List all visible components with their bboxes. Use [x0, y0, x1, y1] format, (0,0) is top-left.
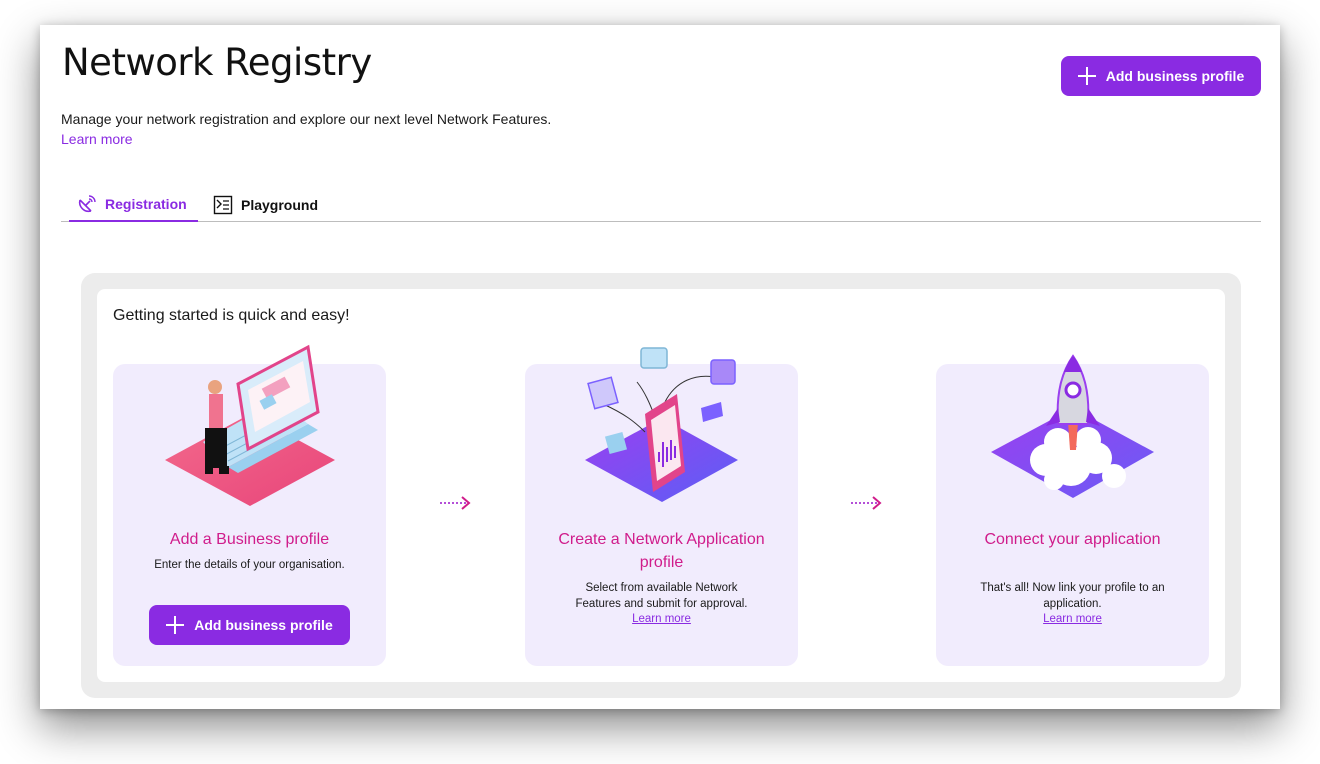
getting-started-panel: Getting started is quick and easy! Add a… [81, 273, 1241, 698]
step-description: That's all! Now link your profile to an … [980, 582, 1165, 610]
step-description: Select from available Network Features a… [575, 582, 748, 610]
page-subtitle: Manage your network registration and exp… [61, 111, 552, 127]
step-card-connect-application: Connect your application That's all! Now… [936, 354, 1209, 666]
rocket-launch-illustration [991, 354, 1154, 498]
tab-playground-label: Playground [241, 196, 319, 213]
tab-playground[interactable]: Playground [213, 187, 318, 222]
add-business-profile-button[interactable]: Add business profile [1061, 56, 1261, 96]
laptop-person-illustration [165, 344, 335, 506]
add-business-profile-label: Add business profile [1105, 68, 1245, 84]
step-arrow-icon [851, 496, 882, 510]
step-title: Add a Business profile [169, 531, 330, 548]
app-window: Network Registry Add business profile Ma… [40, 25, 1280, 709]
step-title: Create a Network Application profile [558, 531, 765, 571]
step-learn-more-link[interactable]: Learn more [525, 613, 798, 625]
step-learn-more-link[interactable]: Learn more [936, 613, 1209, 625]
phone-network-illustration [585, 347, 738, 502]
step-card-application-profile: Create a Network Application profile Sel… [525, 347, 798, 666]
add-business-profile-step-label: Add business profile [194, 617, 333, 633]
plus-icon [1077, 67, 1096, 85]
getting-started-card: Getting started is quick and easy! Add a… [97, 289, 1225, 682]
plus-icon [166, 616, 185, 634]
page-title: Network Registry [62, 41, 372, 84]
step-description: Enter the details of your organisation. [154, 559, 345, 571]
satellite-dish-icon [78, 194, 96, 212]
getting-started-intro: Getting started is quick and easy! [113, 307, 350, 324]
tab-registration[interactable]: Registration [69, 187, 198, 222]
step-arrow-icon [440, 496, 471, 510]
terminal-icon [213, 195, 233, 214]
step-card-business-profile: Add a Business profile Enter the details… [113, 344, 386, 666]
tab-bar: Registration Playground [61, 187, 1261, 222]
learn-more-link[interactable]: Learn more [61, 131, 133, 147]
tab-registration-label: Registration [105, 195, 187, 212]
step-title: Connect your application [984, 531, 1161, 548]
add-business-profile-step-button[interactable]: Add business profile [149, 605, 350, 645]
